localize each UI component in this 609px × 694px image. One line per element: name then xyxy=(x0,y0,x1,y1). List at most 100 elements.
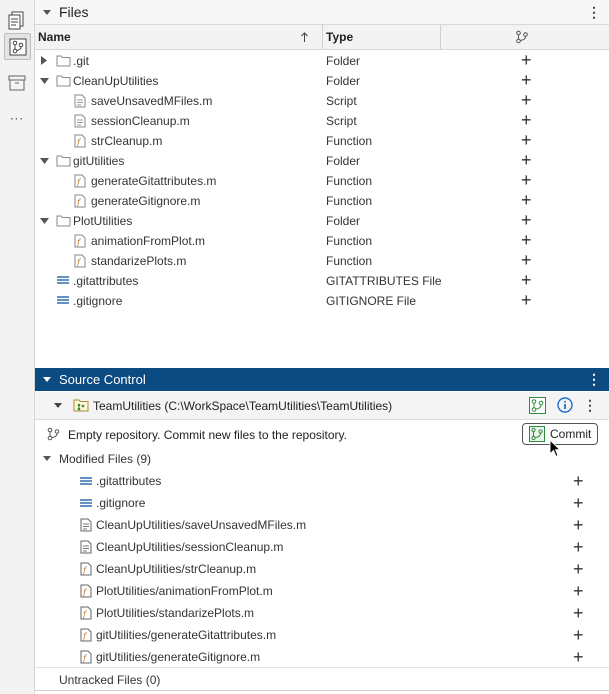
collapse-triangle-icon[interactable] xyxy=(40,218,49,224)
collapse-triangle-icon[interactable] xyxy=(43,456,51,461)
modified-file-row[interactable]: .gitattributes + xyxy=(35,470,609,492)
add-to-git-icon[interactable]: + xyxy=(521,230,532,250)
source-control-title: Source Control xyxy=(59,372,146,387)
files-panel-icon[interactable] xyxy=(4,8,29,33)
add-to-git-icon[interactable]: + xyxy=(521,270,532,290)
add-to-git-icon[interactable]: + xyxy=(521,90,532,110)
function-file-icon: f xyxy=(80,584,92,598)
add-to-git-icon[interactable]: + xyxy=(521,150,532,170)
add-to-git-icon[interactable]: + xyxy=(521,70,532,90)
file-row-git-folder[interactable]: .git Folder + xyxy=(35,50,609,71)
file-row-generategitignore[interactable]: f generateGitignore.m Function + xyxy=(35,190,609,211)
stage-file-icon[interactable]: + xyxy=(573,558,584,580)
file-name: standarizePlots.m xyxy=(91,254,187,268)
stage-file-icon[interactable]: + xyxy=(573,492,584,514)
file-row-cleanuputilities[interactable]: CleanUpUtilities Folder + xyxy=(35,70,609,91)
git-branch-icon xyxy=(47,427,60,441)
modified-file-row[interactable]: f gitUtilities/generateGitattributes.m + xyxy=(35,624,609,646)
file-name: generateGitattributes.m xyxy=(91,174,217,188)
stage-file-icon[interactable]: + xyxy=(573,646,584,668)
modified-file-row[interactable]: f CleanUpUtilities/strCleanup.m + xyxy=(35,558,609,580)
git-branch-icon[interactable] xyxy=(529,397,546,414)
source-control-menu-icon[interactable]: ⋮ xyxy=(587,372,601,386)
modified-file-name: CleanUpUtilities/sessionCleanup.m xyxy=(96,540,284,554)
files-panel-title: Files xyxy=(59,4,89,20)
add-to-git-icon[interactable]: + xyxy=(521,110,532,130)
folder-icon xyxy=(56,215,71,227)
file-row-gitutilities[interactable]: gitUtilities Folder + xyxy=(35,150,609,171)
file-type: Function xyxy=(326,194,373,208)
untracked-files-header[interactable]: Untracked Files (0) xyxy=(35,667,609,690)
add-to-git-icon[interactable]: + xyxy=(521,170,532,190)
modified-file-name: CleanUpUtilities/saveUnsavedMFiles.m xyxy=(96,518,307,532)
file-row-animationfromplot[interactable]: f animationFromPlot.m Function + xyxy=(35,230,609,251)
file-row-generategitattributes[interactable]: f generateGitattributes.m Function + xyxy=(35,170,609,191)
file-row-gitattributes[interactable]: .gitattributes GITATTRIBUTES File + xyxy=(35,270,609,291)
stage-file-icon[interactable]: + xyxy=(573,602,584,624)
file-row-strcleanup[interactable]: f strCleanup.m Function + xyxy=(35,130,609,151)
file-row-sessioncleanup[interactable]: sessionCleanup.m Script + xyxy=(35,110,609,131)
modified-file-row[interactable]: .gitignore + xyxy=(35,492,609,514)
expand-triangle-icon[interactable] xyxy=(41,56,47,65)
archive-icon[interactable] xyxy=(4,70,29,95)
column-header-name[interactable]: Name xyxy=(38,25,71,49)
file-row-gitignore[interactable]: .gitignore GITIGNORE File + xyxy=(35,290,609,311)
modified-file-row[interactable]: CleanUpUtilities/sessionCleanup.m + xyxy=(35,536,609,558)
add-to-git-icon[interactable]: + xyxy=(521,190,532,210)
file-type: Function xyxy=(326,134,373,148)
repository-row[interactable]: TeamUtilities (C:\WorkSpace\TeamUtilitie… xyxy=(35,392,609,420)
modified-file-name: gitUtilities/generateGitignore.m xyxy=(96,650,261,664)
script-file-icon xyxy=(80,540,92,554)
collapse-triangle-icon[interactable] xyxy=(54,403,62,408)
more-icon[interactable]: ⋯ xyxy=(4,106,29,131)
stage-file-icon[interactable]: + xyxy=(573,580,584,602)
sort-ascending-icon[interactable] xyxy=(301,32,308,42)
file-row-plotutilities[interactable]: PlotUtilities Folder + xyxy=(35,210,609,231)
script-file-icon xyxy=(74,94,86,108)
function-file-icon: f xyxy=(80,650,92,664)
stage-file-icon[interactable]: + xyxy=(573,470,584,492)
function-file-icon: f xyxy=(74,254,86,268)
file-row-standarizeplots[interactable]: f standarizePlots.m Function + xyxy=(35,250,609,271)
add-to-git-icon[interactable]: + xyxy=(521,130,532,150)
file-type: Function xyxy=(326,174,373,188)
modified-file-row[interactable]: f PlotUtilities/standarizePlots.m + xyxy=(35,602,609,624)
modified-files-header[interactable]: Modified Files (9) xyxy=(35,448,609,470)
folder-icon xyxy=(56,55,71,67)
stage-file-icon[interactable]: + xyxy=(573,514,584,536)
modified-files-label: Modified Files (9) xyxy=(59,452,152,466)
add-to-git-icon[interactable]: + xyxy=(521,290,532,310)
file-table-header: Name Type xyxy=(35,25,609,50)
git-status-column-icon[interactable] xyxy=(515,30,529,44)
commit-icon xyxy=(529,426,545,442)
modified-file-row[interactable]: f gitUtilities/generateGitignore.m + xyxy=(35,646,609,668)
repository-menu-icon[interactable]: ⋮ xyxy=(583,398,597,412)
modified-file-row[interactable]: CleanUpUtilities/saveUnsavedMFiles.m + xyxy=(35,514,609,536)
text-file-icon xyxy=(80,477,92,485)
file-type: Folder xyxy=(326,54,361,68)
script-file-icon xyxy=(80,518,92,532)
collapse-triangle-icon[interactable] xyxy=(43,10,51,15)
add-to-git-icon[interactable]: + xyxy=(521,50,532,70)
file-name: CleanUpUtilities xyxy=(73,74,159,88)
files-menu-icon[interactable]: ⋮ xyxy=(587,5,601,19)
collapse-triangle-icon[interactable] xyxy=(40,158,49,164)
collapse-triangle-icon[interactable] xyxy=(40,78,49,84)
add-to-git-icon[interactable]: + xyxy=(521,250,532,270)
info-icon[interactable] xyxy=(557,397,573,413)
file-type: Folder xyxy=(326,154,361,168)
collapse-triangle-icon[interactable] xyxy=(43,377,51,382)
mouse-pointer-icon xyxy=(549,439,561,458)
file-row-saveunsavedmfiles[interactable]: saveUnsavedMFiles.m Script + xyxy=(35,90,609,111)
files-panel-header[interactable]: Files ⋮ xyxy=(35,0,609,25)
function-file-icon: f xyxy=(74,234,86,248)
source-control-header[interactable]: Source Control ⋮ xyxy=(35,368,609,391)
modified-file-row[interactable]: f PlotUtilities/animationFromPlot.m + xyxy=(35,580,609,602)
stage-file-icon[interactable]: + xyxy=(573,536,584,558)
source-control-icon[interactable] xyxy=(4,33,31,60)
column-header-type[interactable]: Type xyxy=(326,25,353,49)
function-file-icon: f xyxy=(80,562,92,576)
stage-file-icon[interactable]: + xyxy=(573,624,584,646)
modified-file-name: gitUtilities/generateGitattributes.m xyxy=(96,628,277,642)
add-to-git-icon[interactable]: + xyxy=(521,210,532,230)
